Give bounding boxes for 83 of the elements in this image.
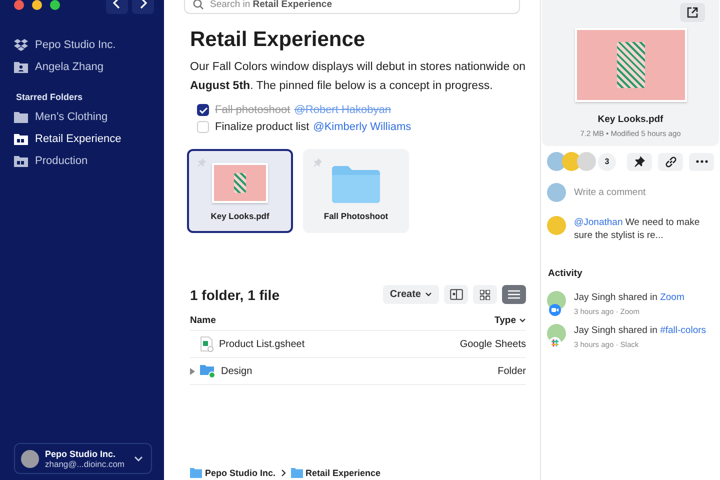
account-name: Pepo Studio Inc. <box>45 449 117 459</box>
expand-arrow-icon[interactable] <box>190 368 195 374</box>
column-header[interactable]: Name <box>190 314 216 326</box>
pin-button[interactable] <box>627 152 652 170</box>
synced-folder-icon <box>200 364 216 378</box>
spreadsheet-file-icon <box>200 336 214 352</box>
chevron-down-icon <box>425 292 432 297</box>
folder-icon <box>290 468 303 478</box>
task-text: Fall photoshoot <box>215 104 290 116</box>
section-heading: Starred Folders <box>16 92 84 102</box>
shared-folder-icon <box>14 155 28 167</box>
folder-icon <box>14 111 28 123</box>
avatar <box>547 216 566 235</box>
page-description: Our Fall Colors window displays will debut in stores nationwide on August 5th. The pinned file below is a concept in progress. <box>190 60 526 94</box>
chevron-right-icon <box>139 0 147 9</box>
file-name[interactable]: Design <box>221 366 252 376</box>
person-folder-icon <box>14 61 28 73</box>
task-text: Finalize product list <box>215 121 310 133</box>
pinned-tile[interactable]: Key Looks.pdf <box>187 149 293 233</box>
mention-link[interactable]: @Kimberly Williams <box>313 121 412 133</box>
sidebar-item[interactable]: Pepo Studio Inc. <box>14 36 152 54</box>
file-name: Key Looks.pdf <box>598 114 664 125</box>
section-heading: Activity <box>548 268 584 279</box>
more-button[interactable] <box>689 152 714 170</box>
list-view-button[interactable] <box>502 285 526 304</box>
list-icon <box>508 290 520 299</box>
activity-text: Jay Singh shared in Zoom <box>574 291 684 304</box>
checkbox[interactable] <box>197 104 209 116</box>
link-button[interactable] <box>658 152 683 170</box>
image-thumbnail <box>212 163 268 203</box>
page-title: Retail Experience <box>190 28 366 52</box>
account-switcher[interactable]: Pepo Studio Inc. zhang@...dioinc.com <box>14 443 152 474</box>
minimize-dot[interactable] <box>32 0 42 10</box>
preview-pane-icon <box>450 289 462 300</box>
tile-label: Key Looks.pdf <box>210 211 270 221</box>
sidebar-item[interactable]: Angela Zhang <box>14 58 152 76</box>
hash-icon <box>549 337 561 349</box>
folder-icon <box>190 468 202 478</box>
link-icon <box>664 156 676 168</box>
video-camera-icon <box>549 304 561 316</box>
more-icon <box>696 160 708 163</box>
file-type: Google Sheets <box>460 338 526 350</box>
file-name[interactable]: Product List.gsheet <box>219 338 305 350</box>
breadcrumb-link[interactable]: Retail Experience <box>290 468 381 478</box>
search-icon <box>193 0 204 10</box>
pin-icon <box>313 158 322 167</box>
sidebar-item[interactable]: Retail Experience <box>14 130 152 148</box>
create-button[interactable]: Create <box>382 285 439 304</box>
open-external-button[interactable] <box>680 3 705 22</box>
chevron-down-icon <box>519 318 526 322</box>
avatar <box>577 152 596 171</box>
breadcrumb-link[interactable]: Pepo Studio Inc. <box>190 468 276 478</box>
avatar <box>21 450 39 468</box>
close-dot[interactable] <box>14 0 24 10</box>
file-type: Folder <box>498 366 526 376</box>
tile-label: Fall Photoshoot <box>324 211 388 221</box>
activity-link[interactable]: Zoom <box>660 292 684 303</box>
activity-text: Jay Singh shared in #fall-colors <box>574 324 706 337</box>
avatar <box>547 152 566 171</box>
external-link-icon <box>687 7 698 18</box>
preview-view-button[interactable] <box>444 285 468 304</box>
sidebar-item[interactable]: Production <box>14 152 152 170</box>
activity-link[interactable]: #fall-colors <box>660 325 706 336</box>
chevron-down-icon <box>134 456 143 462</box>
column-header[interactable]: Type <box>494 314 526 326</box>
mention-link[interactable]: @Jonathan <box>574 217 623 228</box>
comment-text: @Jonathan We need to make sure the stylist is re... <box>574 216 701 242</box>
member-count: 3 <box>598 152 616 170</box>
folder-icon <box>332 166 380 203</box>
account-email: zhang@...dioinc.com <box>45 459 126 469</box>
avatar <box>547 183 566 202</box>
grid-view-button[interactable] <box>473 285 497 304</box>
grid-icon <box>480 290 490 300</box>
pinned-tile[interactable]: Fall Photoshoot <box>303 149 409 233</box>
zoom-dot[interactable] <box>50 0 60 10</box>
chevron-left-icon <box>113 0 121 9</box>
comment-field[interactable]: Write a comment <box>574 183 646 202</box>
boxes-icon <box>14 39 28 51</box>
shared-folder-icon <box>14 133 28 145</box>
chevron-right-icon <box>280 469 286 477</box>
folder-summary: 1 folder, 1 file <box>190 286 280 302</box>
pin-icon <box>634 156 645 167</box>
sidebar-item[interactable]: Men’s Clothing <box>14 108 152 126</box>
